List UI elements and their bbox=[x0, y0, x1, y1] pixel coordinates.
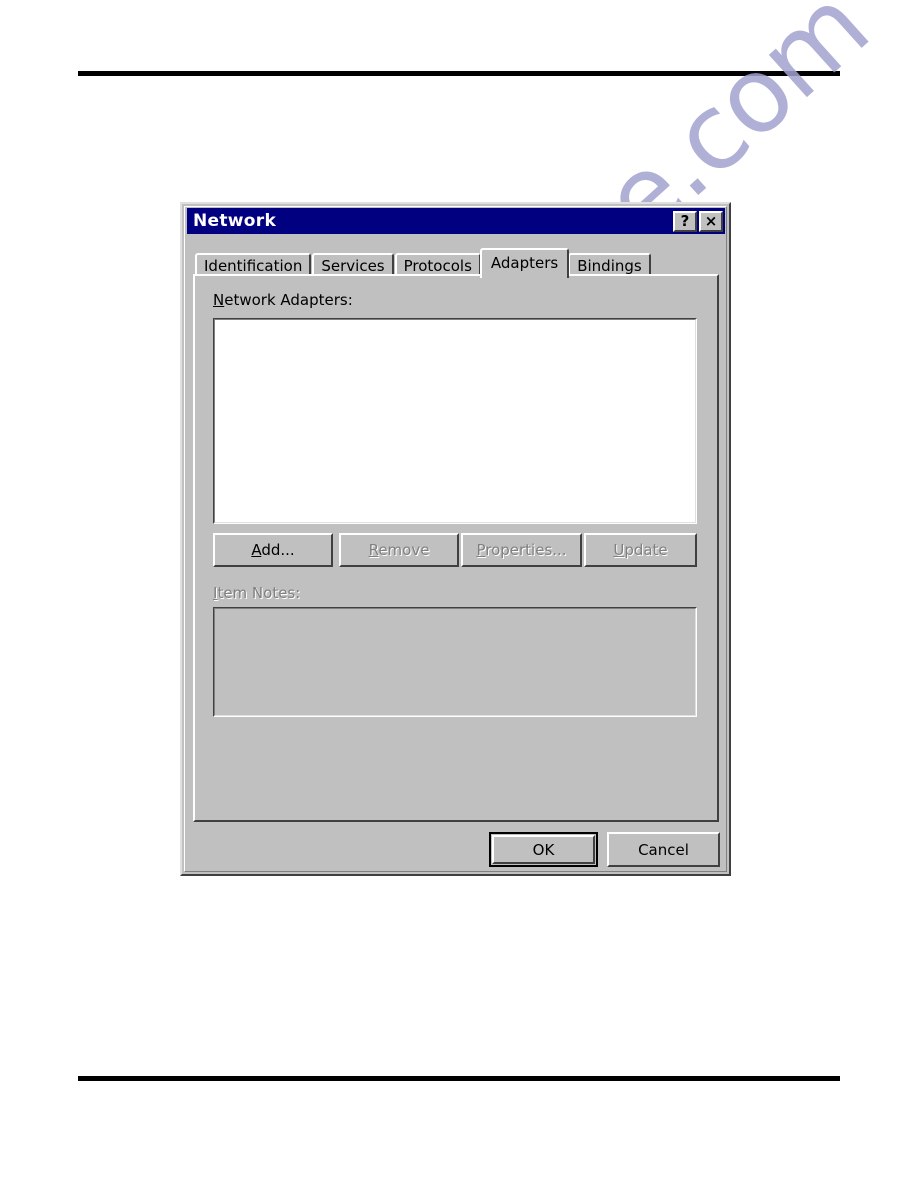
page-footer-rule bbox=[78, 1076, 840, 1081]
network-dialog: Network ? × Identification Services Prot… bbox=[180, 202, 731, 876]
network-adapters-label-rest: etwork Adapters: bbox=[224, 291, 353, 309]
adapters-tab-panel: Network Adapters: Add... Remove Properti… bbox=[193, 274, 719, 822]
network-adapters-listbox[interactable] bbox=[213, 318, 697, 524]
network-adapters-label: Network Adapters: bbox=[213, 291, 353, 309]
page-header-rule bbox=[78, 71, 840, 76]
tab-services-label: Services bbox=[321, 256, 385, 275]
item-notes-label-rest: tem Notes: bbox=[217, 584, 301, 602]
listbox-inner-bevel bbox=[214, 319, 696, 523]
properties-button-label: Properties... bbox=[476, 541, 567, 559]
dialog-titlebar: Network ? × bbox=[187, 208, 725, 234]
tab-identification-label: Identification bbox=[204, 256, 303, 275]
ok-button[interactable]: OK bbox=[489, 832, 598, 867]
tab-adapters[interactable]: Adapters bbox=[479, 248, 570, 278]
add-button[interactable]: Add... bbox=[213, 533, 333, 567]
remove-button[interactable]: Remove bbox=[339, 533, 459, 567]
dialog-title: Network bbox=[193, 211, 277, 231]
remove-button-label: Remove bbox=[368, 541, 430, 559]
cancel-button[interactable]: Cancel bbox=[607, 832, 720, 867]
item-notes-inner-bevel bbox=[214, 608, 696, 716]
properties-button[interactable]: Properties... bbox=[461, 533, 582, 567]
ok-button-label: OK bbox=[532, 840, 555, 859]
item-notes-box[interactable] bbox=[213, 607, 697, 717]
close-icon[interactable]: × bbox=[699, 210, 723, 232]
add-button-label: Add... bbox=[251, 541, 295, 559]
item-notes-label: Item Notes: bbox=[213, 584, 300, 602]
network-adapters-label-accel: N bbox=[213, 291, 225, 309]
tab-protocols-label: Protocols bbox=[403, 256, 472, 275]
cancel-button-label: Cancel bbox=[638, 840, 689, 859]
update-button[interactable]: Update bbox=[584, 533, 697, 567]
update-button-label: Update bbox=[613, 541, 668, 559]
tab-bindings-label: Bindings bbox=[577, 256, 642, 275]
tab-adapters-label: Adapters bbox=[490, 253, 559, 272]
help-icon[interactable]: ? bbox=[673, 210, 697, 232]
